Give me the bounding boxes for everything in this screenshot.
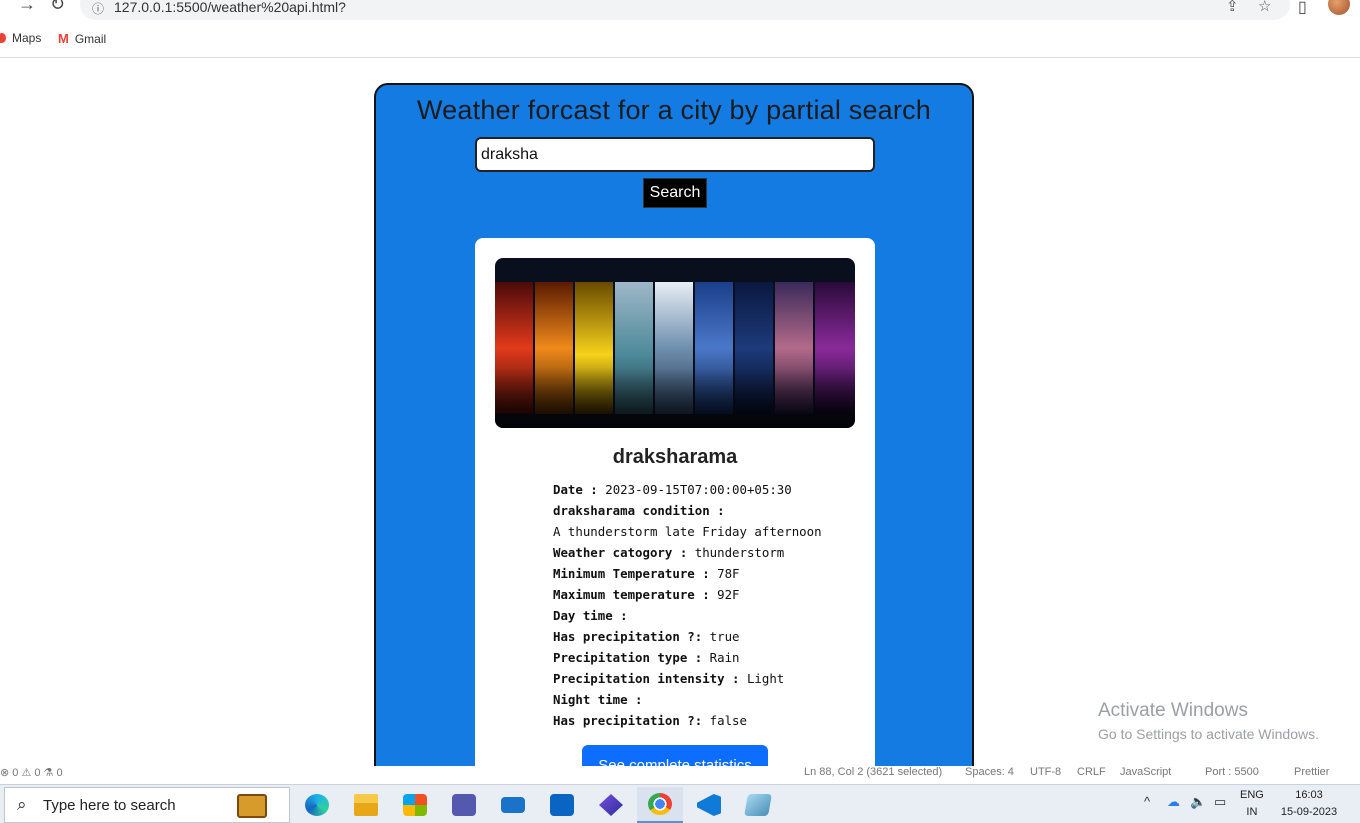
- detail-row-min-temp: Minimum Temperature : 78F: [553, 566, 740, 581]
- briefcase-icon: [237, 794, 267, 818]
- language-indicator[interactable]: ENG IN: [1240, 787, 1264, 821]
- volume-icon[interactable]: 🔈: [1190, 794, 1206, 810]
- search-icon: ⌕: [17, 795, 27, 814]
- address-bar[interactable]: ⓘ 127.0.0.1:5500/weather%20api.html? ⇪ ☆: [80, 0, 1290, 20]
- network-icon[interactable]: ▭: [1214, 794, 1226, 810]
- profile-avatar[interactable]: [1328, 0, 1350, 15]
- bookmark-maps[interactable]: Maps: [0, 31, 41, 45]
- city-search-input[interactable]: [475, 137, 875, 172]
- city-name: draksharama: [612, 446, 738, 468]
- notepad-icon[interactable]: [735, 787, 781, 823]
- bookmarks-bar: Maps M Gmail: [0, 28, 1360, 50]
- edge-icon[interactable]: [294, 787, 340, 823]
- maps-icon: [0, 33, 6, 43]
- encoding[interactable]: UTF-8: [1030, 766, 1061, 778]
- activate-windows-watermark: Activate Windows Go to Settings to activ…: [1098, 700, 1319, 742]
- cursor-position[interactable]: Ln 88, Col 2 (3621 selected): [804, 766, 942, 778]
- weather-panel: Weather forcast for a city by partial se…: [374, 83, 974, 823]
- teams-icon[interactable]: [441, 787, 487, 823]
- weather-card: draksharama Date : 2023-09-15T07:00:00+0…: [475, 238, 875, 823]
- side-panel-icon[interactable]: ▯: [1298, 0, 1307, 17]
- clipchamp-icon[interactable]: [588, 787, 634, 823]
- detail-row-category: Weather catogory : thunderstorm: [553, 545, 785, 560]
- site-info-icon[interactable]: ⓘ: [92, 0, 104, 17]
- detail-row-night-precip: Has precipitation ?: false: [553, 713, 747, 728]
- detail-row-date: Date : 2023-09-15T07:00:00+05:30: [553, 482, 792, 497]
- taskbar-search[interactable]: ⌕ Type here to search: [4, 787, 290, 823]
- clock-date: 15-09-2023: [1280, 806, 1338, 818]
- share-icon[interactable]: ⇪: [1226, 0, 1239, 15]
- weather-banner-image: [495, 258, 855, 428]
- chrome-divider: [0, 57, 1360, 58]
- language-mode[interactable]: JavaScript: [1120, 766, 1171, 778]
- mail-icon[interactable]: [490, 787, 536, 823]
- chrome-icon[interactable]: [637, 787, 683, 823]
- detail-row-precip-type: Precipitation type : Rain: [553, 650, 740, 665]
- live-server-port[interactable]: Port : 5500: [1205, 766, 1259, 778]
- reload-icon[interactable]: ↻: [50, 0, 65, 15]
- detail-row-condition: A thunderstorm late Friday afternoon: [553, 524, 822, 539]
- store-icon[interactable]: [392, 787, 438, 823]
- detail-row-max-temp: Maximum temperature : 92F: [553, 587, 740, 602]
- bookmark-star-icon[interactable]: ☆: [1258, 0, 1271, 15]
- detail-row-condition-label: draksharama condition :: [553, 503, 725, 518]
- show-hidden-icons[interactable]: ^: [1144, 794, 1150, 809]
- file-explorer-icon[interactable]: [343, 787, 389, 823]
- browser-toolbar: → ↻ ⓘ 127.0.0.1:5500/weather%20api.html?…: [0, 0, 1360, 20]
- detail-row-precip-intensity: Precipitation intensity : Light: [553, 671, 785, 686]
- weather-details: Date : 2023-09-15T07:00:00+05:30 draksha…: [553, 479, 863, 731]
- indentation[interactable]: Spaces: 4: [965, 766, 1014, 778]
- clock[interactable]: 16:03 15-09-2023: [1278, 787, 1340, 821]
- taskbar: ⌕ Type here to search ^ ☁ 🔈 ▭ ENG IN 16:…: [0, 784, 1360, 823]
- clock-time: 16:03: [1295, 789, 1323, 801]
- screen: → ↻ ⓘ 127.0.0.1:5500/weather%20api.html?…: [0, 0, 1360, 823]
- detail-row-day-time: Day time :: [553, 608, 628, 623]
- address-url: 127.0.0.1:5500/weather%20api.html?: [114, 0, 346, 15]
- gmail-icon: M: [58, 31, 69, 46]
- forward-icon[interactable]: →: [18, 0, 36, 15]
- problems-indicator[interactable]: ⊗ 0 ⚠ 0 ⚗ 0: [0, 766, 63, 779]
- detail-row-day-precip: Has precipitation ?: true: [553, 629, 740, 644]
- vscode-icon[interactable]: [686, 787, 732, 823]
- search-button[interactable]: Search: [643, 178, 707, 208]
- editor-status-bar: ⊗ 0 ⚠ 0 ⚗ 0 Ln 88, Col 2 (3621 selected)…: [0, 766, 1360, 784]
- onedrive-icon[interactable]: ☁: [1167, 794, 1180, 810]
- line-ending[interactable]: CRLF: [1077, 766, 1106, 778]
- taskbar-search-placeholder: Type here to search: [43, 797, 176, 814]
- outlook-icon[interactable]: [539, 787, 585, 823]
- prettier-status[interactable]: Prettier: [1294, 766, 1329, 778]
- detail-row-night-time: Night time :: [553, 692, 643, 707]
- bookmark-gmail[interactable]: M Gmail: [58, 31, 106, 46]
- page-title: Weather forcast for a city by partial se…: [416, 95, 931, 125]
